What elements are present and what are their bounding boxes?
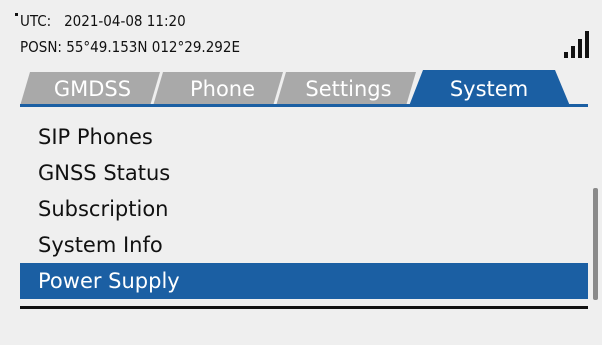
signal-strength-icon (564, 30, 592, 58)
status-indicator-dot (15, 13, 18, 16)
position-readout: POSN: 55°49.153N 012°29.292E (20, 38, 240, 56)
signal-bar-3 (578, 39, 582, 58)
utc-readout: UTC: 2021-04-08 11:20 (20, 12, 186, 30)
tab-gmdss[interactable]: GMDSS (20, 70, 170, 106)
tab-underline (20, 104, 588, 107)
menu-item-gnss-status[interactable]: GNSS Status (20, 155, 588, 191)
tab-system-label: System (449, 77, 529, 101)
tab-settings[interactable]: Settings (276, 70, 426, 106)
posn-value: 55°49.153N 012°29.292E (66, 38, 240, 56)
tab-settings-label: Settings (305, 77, 392, 101)
signal-bar-1 (564, 52, 568, 58)
utc-value: 2021-04-08 11:20 (64, 12, 186, 30)
tab-bar: GMDSS Phone Settings System (20, 70, 570, 106)
system-menu-list: SIP Phones GNSS Status Subscription Syst… (20, 119, 588, 299)
menu-item-system-info[interactable]: System Info (20, 227, 588, 263)
utc-label: UTC: (20, 12, 52, 30)
menu-item-sip-phones[interactable]: SIP Phones (20, 119, 588, 155)
tab-phone-label: Phone (189, 77, 256, 101)
posn-label: POSN: (20, 38, 62, 56)
signal-bar-2 (571, 46, 575, 58)
menu-item-subscription[interactable]: Subscription (20, 191, 588, 227)
device-screen: UTC: 2021-04-08 11:20 POSN: 55°49.153N 0… (0, 0, 602, 345)
tab-phone[interactable]: Phone (153, 70, 293, 106)
tab-gmdss-label: GMDSS (53, 77, 132, 101)
signal-bar-4 (585, 31, 589, 58)
tab-system[interactable]: System (409, 70, 570, 106)
bottom-divider (20, 306, 588, 309)
scrollbar-thumb[interactable] (593, 188, 598, 300)
menu-item-power-supply[interactable]: Power Supply (20, 263, 588, 299)
